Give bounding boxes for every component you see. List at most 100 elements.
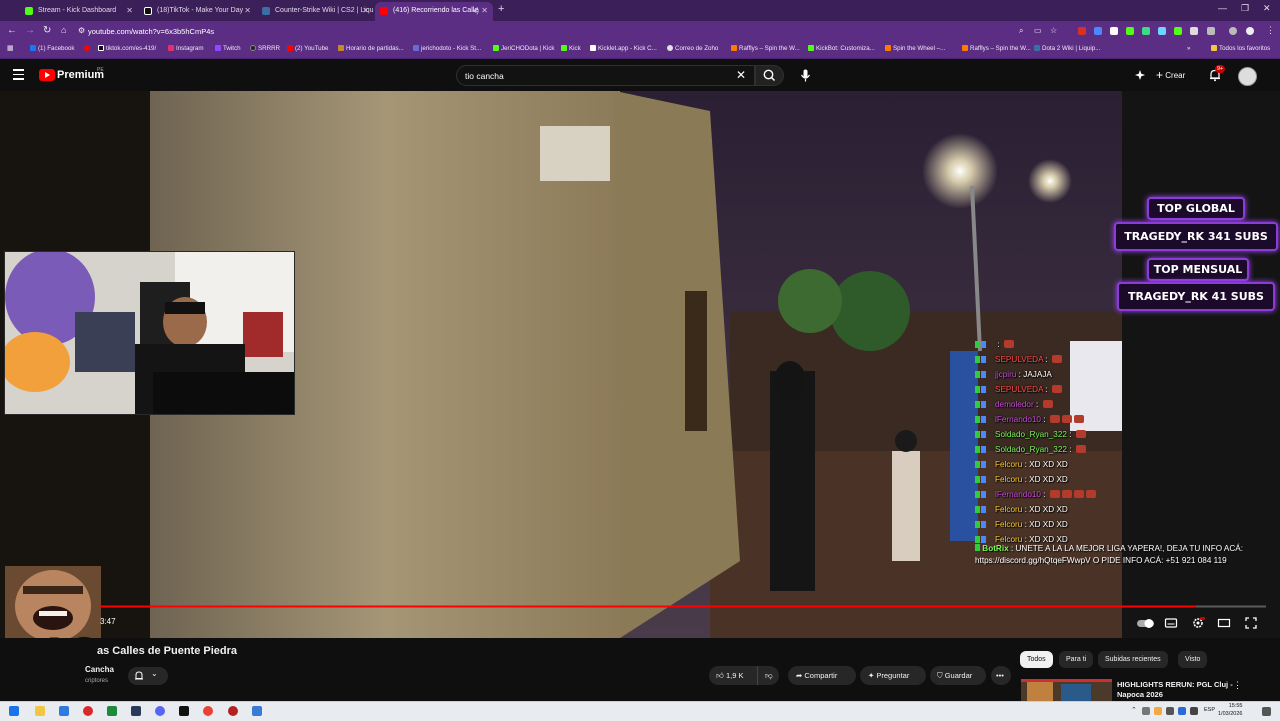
bookmark-item[interactable]: (2) YouTube — [287, 45, 328, 52]
ai-sparkle-icon[interactable] — [1134, 69, 1146, 81]
app-icon[interactable] — [228, 706, 238, 716]
profile-icon[interactable] — [1246, 27, 1254, 35]
bookmark-item[interactable]: Horario de partidas... — [338, 45, 404, 52]
excel-icon[interactable] — [107, 706, 117, 716]
chip-visto[interactable]: Visto — [1178, 651, 1208, 668]
home-icon[interactable]: ⌂ — [61, 25, 66, 35]
thumbs-down-icon[interactable]: 👎︎ — [765, 666, 773, 685]
bookmark-item[interactable]: Instagram — [168, 45, 204, 52]
tray-chevron-icon[interactable]: ⌃ — [1131, 706, 1137, 714]
video-progress-bar[interactable] — [100, 605, 1266, 608]
extension-icon[interactable] — [1190, 27, 1198, 35]
more-bookmarks-icon[interactable]: » — [1187, 45, 1190, 52]
extension-icon[interactable] — [1078, 27, 1086, 35]
theater-mode-icon[interactable] — [1217, 616, 1231, 630]
back-icon[interactable]: ← — [7, 25, 17, 36]
bookmark-item[interactable]: Spin the Wheel –... — [885, 45, 945, 52]
apps-grid-icon[interactable]: ▦ — [7, 44, 14, 52]
extension-icon[interactable] — [1142, 27, 1150, 35]
tab-liquipedia[interactable]: Counter-Strike Wiki | CS2 | Liqu ✕ — [257, 2, 374, 21]
browser-menu-icon[interactable]: ⋮ — [1266, 25, 1275, 36]
bookmark-item[interactable]: Correo de Zoho — [667, 45, 718, 52]
settings-gear-icon[interactable] — [1191, 616, 1205, 630]
all-bookmarks-folder[interactable]: Todos los favoritos — [1211, 45, 1270, 52]
more-actions-button[interactable]: ••• — [991, 666, 1011, 685]
tab-youtube-active[interactable]: (416) Recorriendo las Calle ◂) ✕ — [375, 2, 493, 21]
bookmark-item[interactable] — [84, 45, 92, 52]
close-tab-icon[interactable]: ✕ — [362, 2, 369, 19]
url-field[interactable]: youtube.com/watch?v=6x3b5hCmP4s — [88, 25, 788, 38]
tray-icon[interactable] — [1142, 707, 1150, 715]
close-tab-icon[interactable]: ✕ — [126, 2, 133, 19]
extension-icon[interactable] — [1094, 27, 1102, 35]
voice-search-button[interactable] — [796, 65, 815, 86]
share-button[interactable]: ➦ Compartir — [788, 666, 856, 685]
tab-tiktok[interactable]: (18)TikTok - Make Your Day ✕ — [139, 2, 256, 21]
chip-todos[interactable]: Todos — [1020, 651, 1053, 668]
close-window-button[interactable]: ✕ — [1263, 3, 1271, 14]
account-avatar[interactable] — [1238, 67, 1257, 86]
notifications-button[interactable]: 9+ — [1208, 65, 1226, 87]
bookmark-item[interactable]: KickBot: Customiza... — [808, 45, 875, 52]
tab-kick-dashboard[interactable]: Stream - Kick Dashboard ✕ — [20, 2, 138, 21]
youtube-logo-icon[interactable] — [39, 69, 55, 81]
file-explorer-icon[interactable] — [35, 706, 45, 716]
tray-icon[interactable] — [1154, 707, 1162, 715]
notification-center-icon[interactable] — [1262, 707, 1271, 716]
reload-icon[interactable]: ↻ — [43, 25, 51, 36]
bookmark-item[interactable]: tiktok.com/es-419/ — [98, 45, 156, 52]
create-button[interactable]: + Crear — [1156, 65, 1185, 86]
site-info-icon[interactable]: ⚙ — [78, 26, 85, 35]
volume-icon[interactable] — [1190, 707, 1198, 715]
search-button[interactable] — [755, 65, 784, 86]
bookmark-item[interactable]: jerichodoto - Kick St... — [413, 45, 481, 52]
like-button[interactable]: 👍︎ 1,9 K — [716, 671, 743, 680]
cast-icon[interactable]: ▭ — [1034, 26, 1042, 35]
more-vertical-icon[interactable]: ⋮ — [1233, 680, 1242, 691]
extension-icon[interactable] — [1158, 27, 1166, 35]
channel-name[interactable]: Cancha — [85, 665, 114, 674]
chip-subidas-recientes[interactable]: Subidas recientes — [1098, 651, 1168, 668]
chrome-icon[interactable] — [203, 706, 213, 716]
autoplay-toggle[interactable] — [1136, 616, 1155, 630]
chip-para-ti[interactable]: Para ti — [1059, 651, 1094, 668]
steam-icon[interactable] — [131, 706, 141, 716]
bookmark-star-icon[interactable]: ☆ — [1050, 26, 1057, 35]
video-player[interactable]: x16 TOP GLOBAL TRAGEDY_RK 341 SUBS TOP M… — [0, 91, 1280, 638]
minimize-button[interactable]: — — [1218, 3, 1227, 13]
downloads-icon[interactable] — [1229, 27, 1237, 35]
tray-icon[interactable] — [1178, 707, 1186, 715]
subscription-bell-button[interactable]: ⌄ — [128, 667, 168, 685]
related-video-title[interactable]: HIGHLIGHTS RERUN: PGL Cluj - Napoca 2026 — [1117, 680, 1233, 700]
clear-search-icon[interactable]: ✕ — [736, 68, 746, 82]
ask-button[interactable]: ✦ Preguntar — [860, 666, 926, 685]
discord-icon[interactable] — [155, 706, 165, 716]
opera-icon[interactable] — [83, 706, 93, 716]
bookmark-item[interactable]: Dota 2 Wiki | Liquip... — [1034, 45, 1100, 52]
forward-icon[interactable]: → — [25, 25, 35, 36]
extension-icon[interactable] — [1174, 27, 1182, 35]
bookmark-item[interactable]: Kick — [561, 45, 581, 52]
related-video-thumbnail[interactable] — [1021, 679, 1112, 701]
bookmark-item[interactable]: (1) Facebook — [30, 45, 74, 52]
close-tab-icon[interactable]: ✕ — [244, 2, 251, 19]
bookmark-item[interactable]: JeriCHODota | Kick — [493, 45, 555, 52]
restore-button[interactable]: ❐ — [1241, 3, 1249, 14]
bookmark-item[interactable]: Rafflys – Spin the W... — [962, 45, 1031, 52]
zoom-icon[interactable]: ⌕ — [1019, 26, 1023, 36]
bookmark-item[interactable]: SRRRR — [250, 45, 280, 52]
extensions-puzzle-icon[interactable] — [1207, 27, 1215, 35]
taskbar-clock[interactable]: 15:55 1/03/2026 — [1218, 702, 1242, 718]
notepad-icon[interactable] — [252, 706, 262, 716]
bookmark-item[interactable]: Twitch — [215, 45, 241, 52]
app-icon[interactable] — [59, 706, 69, 716]
close-tab-icon[interactable]: ✕ — [481, 2, 488, 19]
extension-icon[interactable] — [1126, 27, 1134, 35]
speaker-icon[interactable]: ◂) — [472, 2, 479, 19]
extension-icon[interactable] — [1110, 27, 1118, 35]
save-button[interactable]: ⛉ Guardar — [930, 666, 986, 685]
new-tab-button[interactable]: + — [498, 3, 504, 15]
windows-start-icon[interactable] — [9, 706, 19, 716]
search-input-value[interactable]: tio cancha — [465, 71, 504, 81]
fullscreen-icon[interactable] — [1244, 616, 1258, 630]
